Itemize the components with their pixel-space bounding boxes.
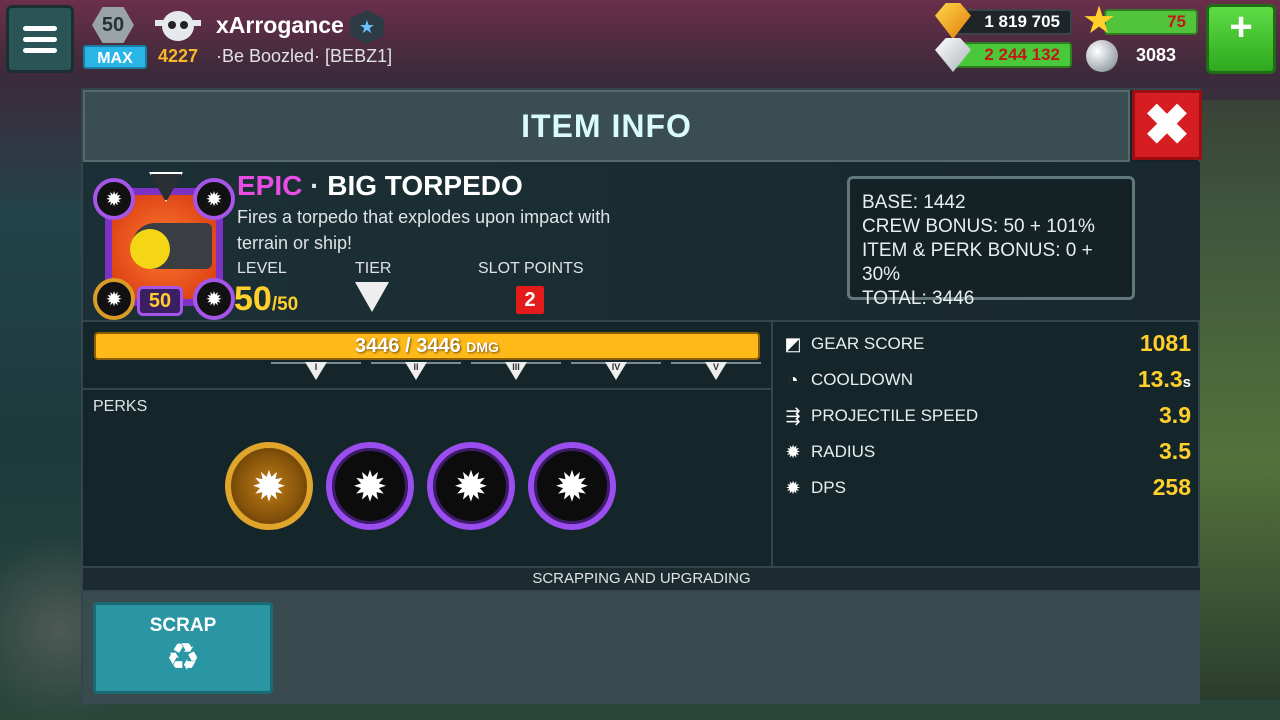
perk-slot-3[interactable]: ✹: [427, 442, 515, 530]
gear-score-icon: ◩: [784, 334, 802, 354]
plus-icon: +: [1229, 5, 1253, 49]
speed-icon: ⇶: [785, 406, 801, 426]
slot-points-label: SLOT POINTS: [478, 260, 584, 277]
shop-add-button[interactable]: +: [1206, 4, 1276, 74]
perk-slot-gold-icon: ✹: [93, 278, 135, 320]
tier-mark-icon: V: [705, 362, 727, 380]
stat-row: ⇶ PROJECTILE SPEED 3.9: [783, 402, 1191, 430]
clan-name[interactable]: ·Be Boozled· [BEBZ1]: [216, 46, 392, 67]
perk-slot-1[interactable]: ✹: [225, 442, 313, 530]
perk-slot-icon: ✹: [193, 278, 235, 320]
tier-progress: I II III IV V: [271, 362, 761, 384]
total-value: TOTAL: 3446: [862, 288, 975, 309]
scrap-area: SCRAP ♻: [83, 592, 1200, 704]
item-perk-bonus: ITEM & PERK BONUS: 0 + 30%: [862, 240, 1093, 285]
tier-v-icon: [355, 282, 389, 312]
damage-breakdown: BASE: 1442 CREW BONUS: 50 + 101% ITEM & …: [847, 176, 1135, 309]
pearl-icon: [1086, 40, 1118, 72]
tier-mark: III: [471, 362, 561, 380]
item-name: BIG TORPEDO: [327, 170, 523, 201]
scrap-section-header: SCRAPPING AND UPGRADING: [83, 566, 1200, 592]
perks-label: PERKS: [93, 398, 148, 415]
item-info-panel: ITEM INFO ✖ ✹ ✹ ✹ ✹ 50 EPIC · BIG TORPED…: [81, 88, 1202, 704]
scrap-button[interactable]: SCRAP ♻: [93, 602, 273, 694]
damage-section: 3446 / 3446 DMG I II III IV V: [83, 322, 773, 390]
perk-slot-4[interactable]: ✹: [528, 442, 616, 530]
damage-bar: 3446 / 3446 DMG: [94, 332, 760, 360]
level-label: LEVEL: [237, 260, 287, 277]
crew-bonus: CREW BONUS: 50 + 101%: [862, 216, 1095, 237]
item-level: 50/50: [234, 280, 299, 318]
menu-button[interactable]: [6, 5, 74, 73]
gold-counter: 1 819 705: [952, 9, 1072, 35]
scrap-label: SCRAP: [149, 615, 217, 636]
menu-icon: [23, 25, 57, 31]
stat-row: ✹ RADIUS 3.5: [783, 438, 1191, 466]
item-level-chip: 50: [137, 286, 183, 316]
background-foliage: [1200, 100, 1280, 700]
tier-label: TIER: [355, 260, 392, 277]
item-summary: ✹ ✹ ✹ ✹ 50 EPIC · BIG TORPEDO Fires a to…: [83, 162, 1200, 322]
stars-counter: 75: [1104, 9, 1198, 35]
tier-mark: IV: [571, 362, 661, 380]
tier-mark-icon: I: [305, 362, 327, 380]
tier-mark: V: [671, 362, 761, 380]
tier-mark-icon: III: [505, 362, 527, 380]
skull-avatar-icon[interactable]: [152, 6, 204, 46]
star-icon: ★: [1082, 0, 1117, 42]
close-button[interactable]: ✖: [1132, 90, 1202, 160]
stats-section: ◩ GEAR SCORE 1081 ◔ COOLDOWN 13.3s ⇶ PRO…: [775, 322, 1200, 566]
item-title: EPIC · BIG TORPEDO: [237, 170, 523, 201]
stat-row: ◔ COOLDOWN 13.3s: [783, 366, 1191, 394]
tier-mark: II: [371, 362, 461, 380]
player-name[interactable]: xArrogance: [216, 12, 344, 39]
tier-mark-icon: II: [405, 362, 427, 380]
item-rarity: EPIC: [237, 170, 303, 201]
radius-icon: ✹: [785, 442, 801, 462]
close-icon: ✖: [1143, 93, 1191, 156]
stat-row: ✹ DPS 258: [783, 474, 1191, 502]
dps-icon: ✹: [785, 478, 801, 498]
item-description: Fires a torpedo that explodes upon impac…: [237, 207, 611, 253]
slot-points-value: 2: [516, 286, 544, 314]
item-icon[interactable]: ✹ ✹ ✹ ✹ 50: [93, 172, 235, 320]
perks-section: PERKS ✹ ✹ ✹ ✹: [83, 390, 773, 566]
player-level: 50: [92, 7, 134, 43]
cooldown-icon: ◔: [787, 370, 799, 390]
silver-counter: 2 244 132: [952, 42, 1072, 68]
player-level-badge[interactable]: 50: [92, 7, 138, 43]
tier-mark: I: [271, 362, 361, 380]
max-badge: MAX: [83, 45, 147, 69]
title-bar: ITEM INFO: [83, 90, 1130, 162]
perk-slot-2[interactable]: ✹: [326, 442, 414, 530]
perk-slot-icon: ✹: [193, 178, 235, 220]
recycle-icon: ♻: [165, 637, 201, 679]
pearl-counter: 3083: [1136, 45, 1177, 65]
base-value: BASE: 1442: [862, 192, 966, 213]
perk-slot-icon: ✹: [93, 178, 135, 220]
tier-mark-icon: IV: [605, 362, 627, 380]
trophy-count: 4227: [158, 46, 199, 66]
rank-star-icon: [350, 10, 384, 44]
stat-row: ◩ GEAR SCORE 1081: [784, 330, 1191, 356]
panel-title: ITEM INFO: [521, 107, 692, 144]
